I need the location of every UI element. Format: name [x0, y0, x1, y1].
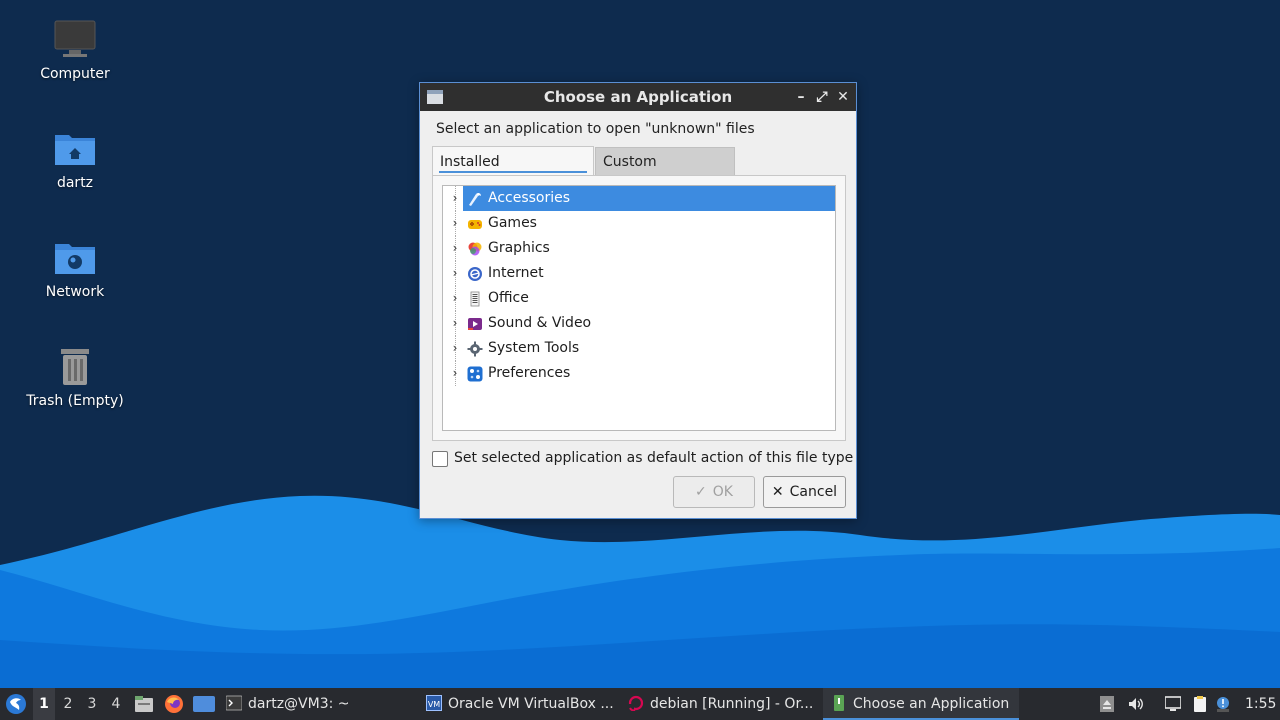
desktop-icon-label: Network	[45, 284, 105, 300]
cancel-label: Cancel	[789, 484, 838, 500]
close-button[interactable]: ✕	[833, 83, 853, 111]
preferences-icon	[467, 366, 483, 382]
desktop-icon-dartz[interactable]: dartz	[15, 127, 135, 191]
default-action-checkbox[interactable]	[432, 451, 448, 467]
workspace-2[interactable]: 2	[57, 688, 79, 720]
eject-icon[interactable]	[1099, 696, 1115, 712]
taskbar: 1 2 3 4 dartz@VM3: ~ VM Oracle VM Virtua…	[0, 688, 1280, 720]
expander-icon[interactable]: ›	[449, 236, 461, 261]
desktop-icon-computer[interactable]: Computer	[15, 18, 135, 82]
dialog-titlebar[interactable]: Choose an Application – ⤢ ✕	[420, 83, 856, 111]
virtualbox-icon: VM	[426, 695, 442, 711]
tree-item-label: System Tools	[488, 340, 580, 356]
whisker-menu-icon[interactable]	[4, 692, 28, 716]
expander-icon[interactable]: ›	[449, 211, 461, 236]
tree-item-sound-video[interactable]: › Sound & Video	[443, 311, 835, 336]
tree-item-label: Accessories	[488, 190, 571, 206]
tree-item-label: Internet	[488, 265, 544, 281]
cancel-button[interactable]: ✕ Cancel	[763, 476, 846, 508]
tree-item-label: Sound & Video	[488, 315, 592, 331]
task-virtualbox[interactable]: VM Oracle VM VirtualBox ...	[420, 688, 616, 720]
choose-application-dialog: Choose an Application – ⤢ ✕ Select an ap…	[419, 82, 857, 519]
dialog-title: Choose an Application	[543, 88, 733, 106]
firefox-icon[interactable]	[164, 694, 184, 714]
task-label: dartz@VM3: ~	[248, 696, 350, 712]
expander-icon[interactable]: ›	[449, 361, 461, 386]
notification-icon[interactable]	[1215, 696, 1231, 712]
file-manager-icon[interactable]	[134, 695, 154, 713]
expander-icon[interactable]: ›	[449, 311, 461, 336]
desktop-icon-trash[interactable]: Trash (Empty)	[15, 345, 135, 409]
tab-installed-applications[interactable]: Installed Applications	[432, 146, 594, 200]
minimize-button[interactable]: –	[791, 83, 811, 111]
tree-item-label: Preferences	[488, 365, 571, 381]
application-tree[interactable]: › Accessories › Games › Graphics › Inter…	[442, 185, 836, 431]
ok-button[interactable]: ✓ OK	[673, 476, 755, 508]
clock[interactable]: 1:55	[1245, 688, 1280, 720]
accessories-icon	[469, 192, 481, 206]
dialog-prompt: Select an application to open "unknown" …	[436, 121, 755, 137]
trash-icon	[61, 349, 89, 385]
task-label: debian [Running] - Or...	[650, 696, 814, 712]
task-debian[interactable]: debian [Running] - Or...	[622, 688, 816, 720]
games-icon	[468, 220, 482, 229]
tab-custom-command[interactable]: Custom Command	[595, 147, 735, 198]
check-icon: ✓	[695, 484, 707, 500]
tree-item-system-tools[interactable]: › System Tools	[443, 336, 835, 361]
tree-item-office[interactable]: › Office	[443, 286, 835, 311]
tree-item-label: Office	[488, 290, 529, 306]
desktop-icon-network[interactable]: Network	[15, 236, 135, 300]
internet-icon	[468, 267, 482, 281]
workspace-4[interactable]: 4	[105, 688, 127, 720]
expander-icon[interactable]: ›	[449, 186, 461, 211]
workspace-1[interactable]: 1	[33, 688, 55, 720]
expander-icon[interactable]: ›	[449, 336, 461, 361]
default-action-label[interactable]: Set selected application as default acti…	[454, 450, 853, 466]
task-terminal[interactable]: dartz@VM3: ~	[220, 688, 410, 720]
terminal-icon	[226, 695, 242, 711]
tree-item-preferences[interactable]: › Preferences	[443, 361, 835, 386]
desktop-icon-launcher[interactable]	[193, 696, 215, 712]
desktop-icon-label: dartz	[56, 175, 94, 191]
expander-icon[interactable]: ›	[449, 261, 461, 286]
home-folder-icon	[55, 135, 95, 165]
sound-video-icon	[468, 318, 482, 330]
network-status-icon[interactable]	[1165, 696, 1181, 712]
ok-label: OK	[712, 484, 733, 500]
tree-item-games[interactable]: › Games	[443, 211, 835, 236]
tree-item-internet[interactable]: › Internet	[443, 261, 835, 286]
clipboard-icon[interactable]	[1192, 696, 1208, 712]
desktop-icon-label: Trash (Empty)	[26, 393, 124, 409]
tree-item-accessories[interactable]: › Accessories	[443, 186, 835, 211]
debian-icon	[628, 695, 644, 711]
task-label: Oracle VM VirtualBox ...	[448, 696, 614, 712]
tree-item-graphics[interactable]: › Graphics	[443, 236, 835, 261]
svg-text:VM: VM	[428, 700, 440, 709]
tab-panel: › Accessories › Games › Graphics › Inter…	[432, 175, 846, 441]
desktop-icon-label: Computer	[40, 66, 110, 82]
expander-icon[interactable]: ›	[449, 286, 461, 311]
computer-icon	[54, 20, 96, 57]
volume-icon[interactable]	[1128, 696, 1144, 712]
maximize-button[interactable]: ⤢	[812, 83, 832, 111]
close-icon: ✕	[771, 484, 784, 500]
task-choose-application[interactable]: Choose an Application	[823, 688, 1019, 720]
network-folder-icon	[55, 244, 95, 274]
workspace-3[interactable]: 3	[81, 688, 103, 720]
system-tools-icon	[467, 341, 483, 357]
office-icon	[470, 291, 480, 307]
tree-item-label: Graphics	[488, 240, 550, 256]
graphics-icon	[468, 242, 482, 256]
window-icon	[427, 90, 443, 104]
tab-active-indicator	[439, 171, 587, 173]
tree-item-label: Games	[488, 215, 537, 231]
task-label: Choose an Application	[853, 696, 1010, 712]
application-icon	[834, 695, 844, 711]
